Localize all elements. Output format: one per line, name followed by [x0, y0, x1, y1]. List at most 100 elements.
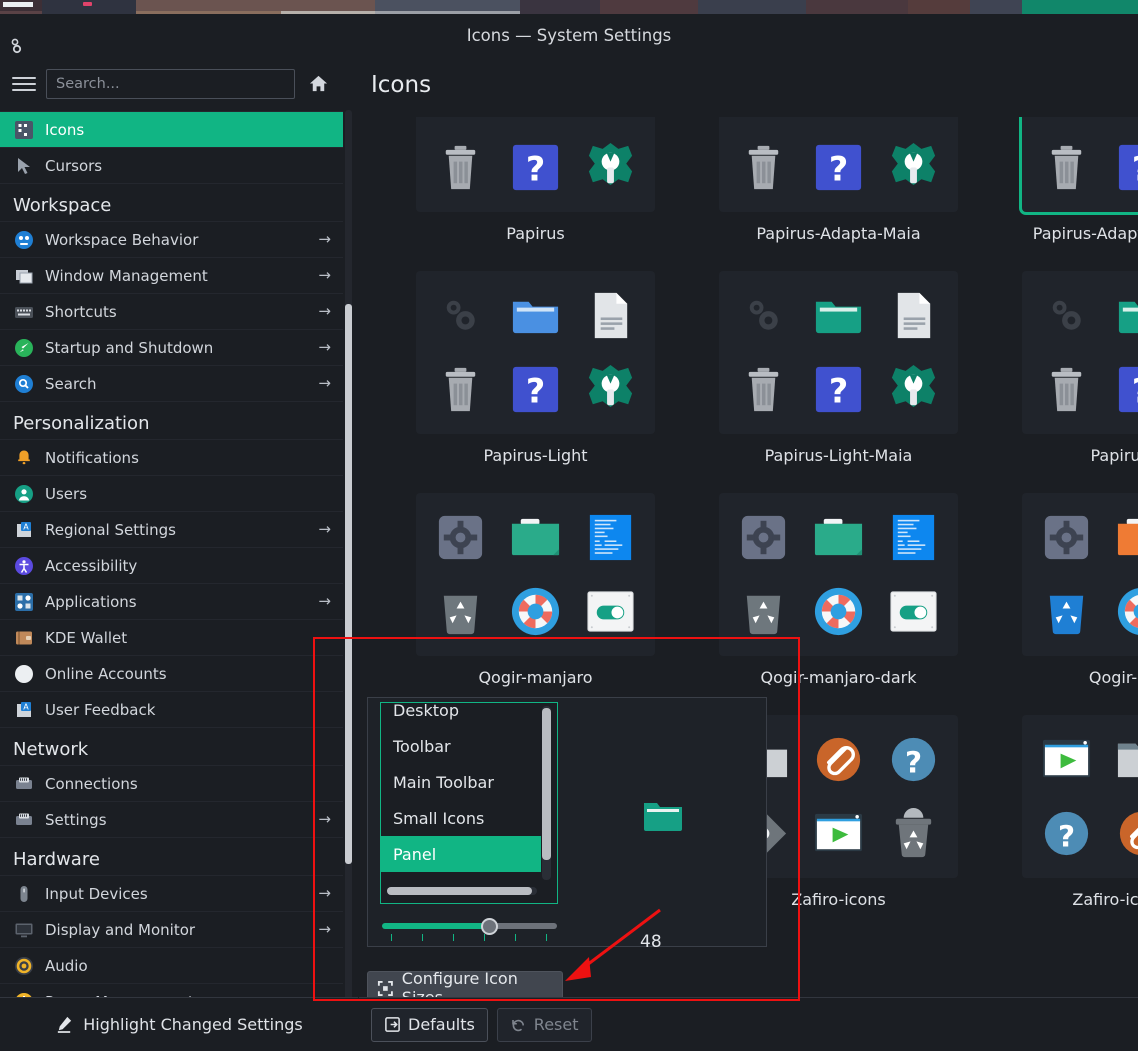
icon-theme-name: Papirus-Light	[483, 446, 588, 465]
combo-option-panel[interactable]: Panel	[381, 836, 541, 872]
folder-teal-flat-icon	[811, 510, 866, 565]
icon-theme-preview-tile[interactable]: ?	[416, 117, 655, 212]
chevron-right-icon: →	[318, 266, 331, 284]
sidebar-item-settings[interactable]: Settings →	[0, 801, 343, 837]
icon-theme-preview-tile[interactable]	[416, 493, 655, 656]
sidebar-item-startup-and-shutdown[interactable]: Startup and Shutdown →	[0, 329, 343, 365]
combo-option-main-toolbar[interactable]: Main Toolbar	[381, 764, 541, 800]
sidebar-item-cursors[interactable]: Cursors	[0, 147, 343, 183]
gears-dark-icon	[1039, 117, 1094, 121]
slider-handle[interactable]	[481, 918, 498, 935]
svg-text:?: ?	[905, 745, 922, 779]
sidebar-item-users[interactable]: Users	[0, 475, 343, 511]
sidebar-item-applications[interactable]: Applications →	[0, 583, 343, 619]
icon-theme-preview-tile[interactable]: ?	[719, 117, 958, 212]
icon-theme-cell[interactable]: ? Papirus-Light	[384, 261, 687, 483]
media-window-icon	[811, 806, 866, 861]
combo-option-dialogs[interactable]: Dialogs	[381, 872, 541, 883]
sidebar-item-display-and-monitor[interactable]: Display and Monitor →	[0, 911, 343, 947]
sidebar-item-online-accounts[interactable]: Online Accounts	[0, 655, 343, 691]
lifebuoy-icon	[811, 584, 866, 639]
network-icon	[14, 810, 34, 830]
terminal-blue-icon	[886, 510, 941, 565]
icon-theme-cell[interactable]: Qogir-manjaro-dark	[687, 483, 990, 705]
hamburger-menu-icon[interactable]	[12, 72, 36, 96]
sidebar-item-label: Audio	[45, 956, 88, 975]
icons-theme-icon	[14, 120, 34, 140]
combo-option-toolbar[interactable]: Toolbar	[381, 728, 541, 764]
icon-theme-name: Papirus-Adapta-Maia	[756, 224, 921, 243]
combo-vertical-scrollbar-thumb[interactable]	[542, 708, 551, 860]
icon-theme-preview-tile[interactable]: ?	[719, 271, 958, 434]
svg-text:?: ?	[1132, 150, 1138, 189]
combo-horizontal-scrollbar-thumb[interactable]	[387, 887, 532, 895]
icon-theme-cell[interactable]: Qogir-manjaro	[384, 483, 687, 705]
chevron-right-icon: →	[318, 592, 331, 610]
gears-dark-icon	[433, 288, 488, 343]
lifebuoy-icon	[508, 584, 563, 639]
chevron-right-icon: →	[318, 338, 331, 356]
icon-size-popup: Desktop Toolbar Main Toolbar Small Icons Pan…	[367, 697, 767, 952]
page-title: Icons	[371, 72, 432, 98]
sidebar-item-shortcuts[interactable]: Shortcuts →	[0, 293, 343, 329]
svg-text:?: ?	[829, 150, 848, 189]
icon-theme-preview-tile[interactable]: ?	[1019, 117, 1138, 215]
sidebar-item-label: User Feedback	[45, 700, 156, 719]
combo-option-desktop[interactable]: Desktop	[381, 703, 541, 728]
defaults-button[interactable]: Defaults	[371, 1007, 488, 1042]
icon-theme-cell[interactable]: ? Papirus-Light-Maia	[687, 261, 990, 483]
folder-teal-icon	[1114, 288, 1138, 343]
sidebar-item-label: Shortcuts	[45, 302, 117, 321]
icon-group-combo[interactable]: Desktop Toolbar Main Toolbar Small Icons Pan…	[380, 702, 558, 904]
sidebar-scrollbar-thumb[interactable]	[345, 304, 352, 864]
gears-dark-icon	[433, 117, 488, 121]
icon-theme-preview-tile[interactable]: ?	[1022, 271, 1138, 434]
cursor-icon	[14, 156, 34, 176]
search-input[interactable]: Search...	[46, 68, 295, 99]
sidebar-item-kde-wallet[interactable]: KDE Wallet	[0, 619, 343, 655]
icon-theme-cell[interactable]: ? Papirus	[384, 117, 687, 261]
icon-theme-cell[interactable]: ? Papirus-Adapta-Maia	[687, 117, 990, 261]
svg-text:A: A	[23, 522, 29, 531]
icon-theme-preview-tile[interactable]	[719, 493, 958, 656]
highlighter-icon	[58, 1016, 72, 1033]
sidebar-item-input-devices[interactable]: Input Devices →	[0, 875, 343, 911]
sidebar-item-label: Cursors	[45, 156, 103, 175]
sidebar-item-workspace-behavior[interactable]: Workspace Behavior →	[0, 221, 343, 257]
icon-theme-preview-tile[interactable]: ?	[1022, 715, 1138, 878]
sidebar-item-accessibility[interactable]: Accessibility	[0, 547, 343, 583]
highlight-changed-settings-button[interactable]: Highlight Changed Settings	[0, 997, 358, 1051]
sidebar-item-icons[interactable]: Icons	[0, 111, 343, 147]
icon-theme-cell[interactable]: ? Zafiro-icons-Dark	[990, 705, 1138, 927]
sidebar-item-user-feedback[interactable]: A User Feedback	[0, 691, 343, 727]
combo-option-small-icons[interactable]: Small Icons	[381, 800, 541, 836]
chevron-right-icon: →	[318, 920, 331, 938]
rocket-icon	[14, 338, 34, 358]
sidebar-item-window-management[interactable]: Window Management →	[0, 257, 343, 293]
sidebar-item-notifications[interactable]: Notifications	[0, 439, 343, 475]
folder-teal-preview-icon	[643, 798, 683, 831]
audio-icon	[14, 956, 34, 976]
sidebar-item-audio[interactable]: Audio	[0, 947, 343, 983]
reset-button[interactable]: Reset	[496, 1007, 592, 1042]
sidebar-item-connections[interactable]: Connections	[0, 765, 343, 801]
clip-orange-icon	[811, 732, 866, 787]
sidebar-item-regional-settings[interactable]: A Regional Settings →	[0, 511, 343, 547]
icon-size-slider[interactable]	[382, 917, 557, 941]
monitor-icon	[14, 920, 34, 940]
search-placeholder: Search...	[56, 75, 120, 92]
sidebar-item-label: Settings	[45, 810, 107, 829]
gear-slate-icon	[736, 510, 791, 565]
sidebar-item-search[interactable]: Search →	[0, 365, 343, 401]
trash-grey-icon	[736, 140, 791, 195]
icon-theme-cell[interactable]: ? Papirus-Maia	[990, 261, 1138, 483]
icon-theme-cell[interactable]: ? Papirus-Adapta-Nokto-Maia	[990, 117, 1138, 261]
question-blue-icon: ?	[811, 362, 866, 417]
svg-text:?: ?	[1132, 372, 1138, 411]
home-icon[interactable]	[305, 71, 331, 97]
icon-theme-preview-tile[interactable]: ?	[416, 271, 655, 434]
icon-theme-cell[interactable]: Qogir-ubuntu	[990, 483, 1138, 705]
system-settings-window: Icons — System Settings Search... Icons C…	[0, 14, 1138, 1051]
icon-theme-preview-tile[interactable]	[1022, 493, 1138, 656]
configure-icon	[377, 980, 393, 996]
